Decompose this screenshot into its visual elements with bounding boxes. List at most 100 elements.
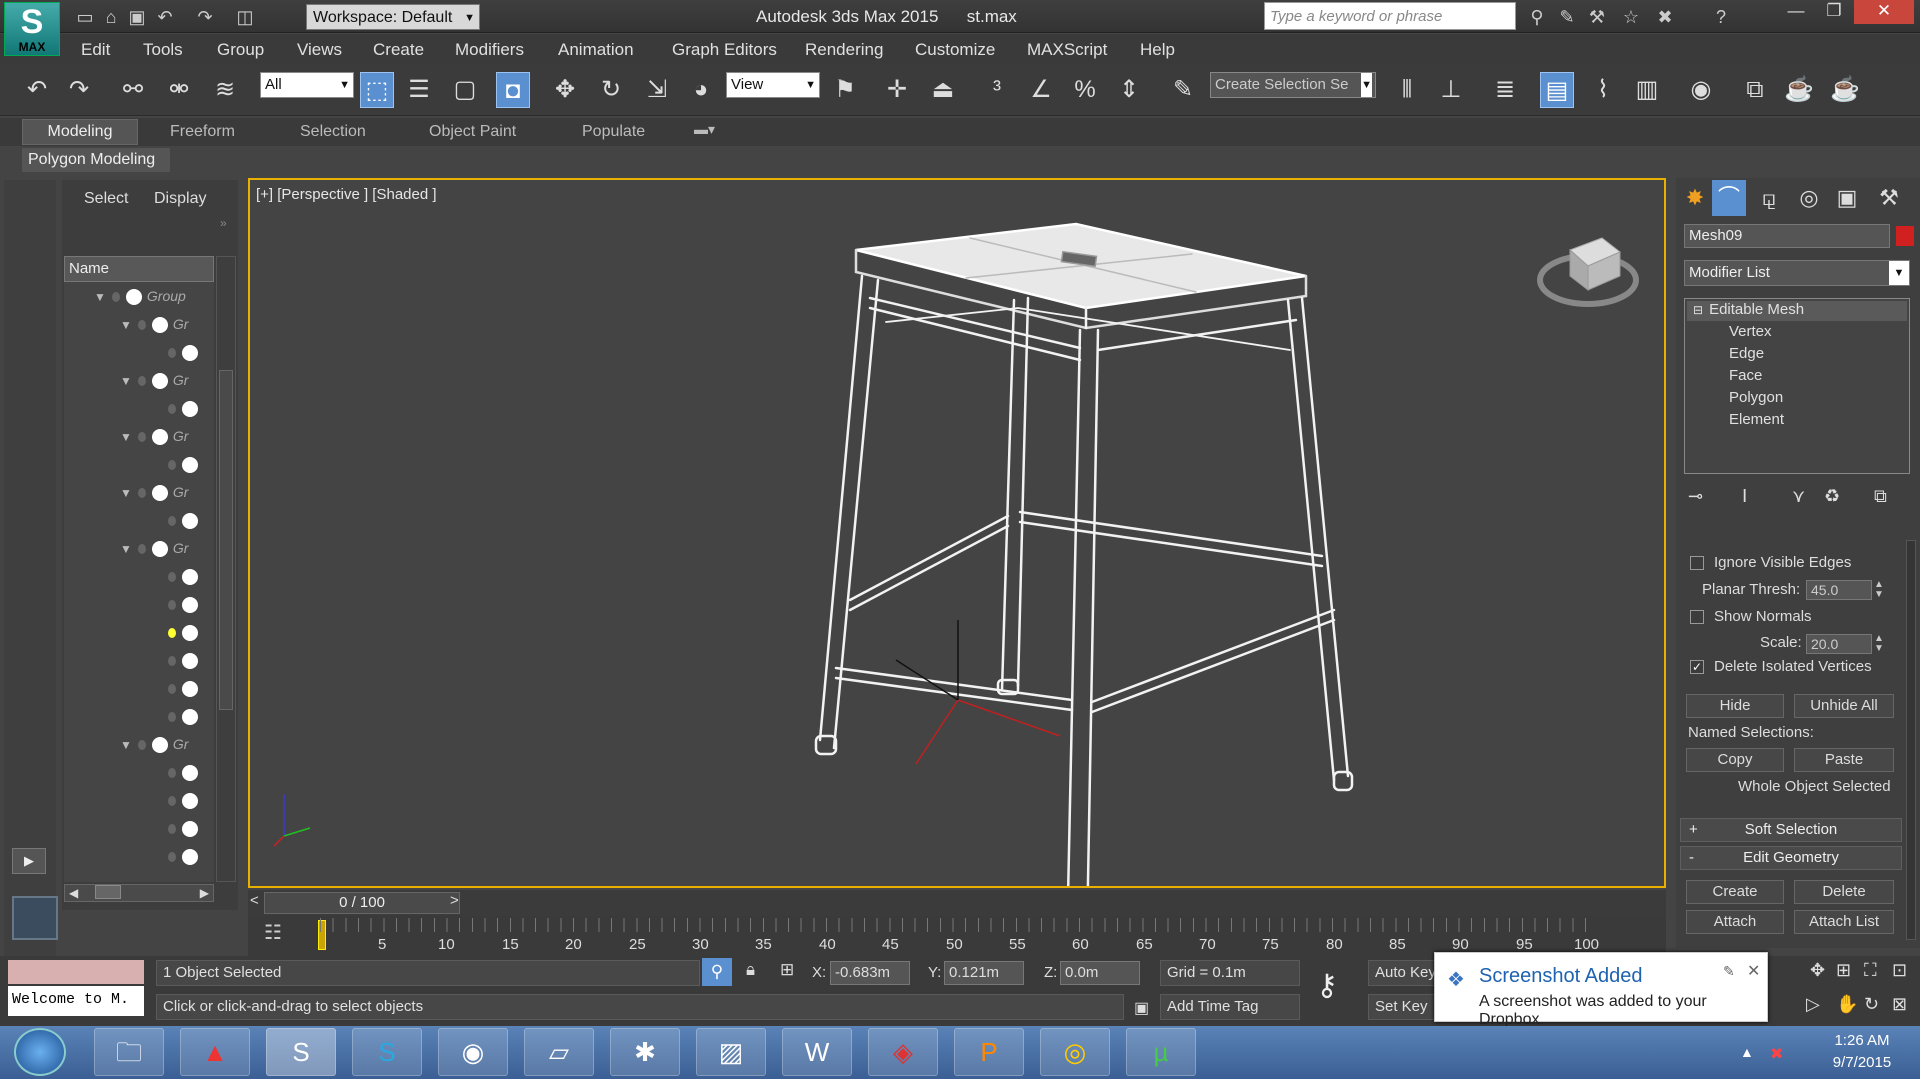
skype-icon[interactable]: S (352, 1028, 422, 1076)
motion-tab-icon[interactable]: ◎ (1792, 180, 1826, 216)
visibility-icon[interactable] (182, 625, 198, 642)
ribbon-options-icon[interactable]: ▬▾ (694, 121, 715, 138)
tree-row[interactable] (168, 652, 203, 672)
undo-icon[interactable]: ↶ (20, 72, 54, 108)
keyboard-shortcut-override-icon[interactable]: ⏏ (926, 72, 960, 108)
named-selection-set-dropdown[interactable]: Create Selection Se ▼ (1210, 72, 1376, 98)
lightbulb-icon[interactable] (168, 516, 176, 527)
new-file-icon[interactable]: ▭ (72, 4, 98, 30)
expand-triangle-icon[interactable]: ▼ (120, 430, 132, 444)
3dsmax-taskbar-icon[interactable]: S (266, 1028, 336, 1076)
mirror-icon[interactable]: ⫴ (1390, 72, 1424, 108)
viewport-layout-thumb[interactable] (12, 896, 58, 940)
unlink-icon[interactable]: ⚮ (162, 72, 196, 108)
chrome-icon[interactable]: ◎ (1040, 1028, 1110, 1076)
tree-row[interactable] (168, 708, 203, 728)
window-crossing-icon[interactable]: ◘ (496, 72, 530, 108)
menu-group[interactable]: Group (217, 40, 264, 60)
ignore-visible-edges-checkbox[interactable] (1690, 556, 1704, 570)
lightbulb-icon[interactable] (168, 684, 176, 695)
powerpoint-icon[interactable]: P (954, 1028, 1024, 1076)
tray-arrow-icon[interactable]: ▲ (1740, 1044, 1754, 1060)
menu-modifiers[interactable]: Modifiers (455, 40, 524, 60)
expand-triangle-icon[interactable]: ▼ (120, 374, 132, 388)
menu-rendering[interactable]: Rendering (805, 40, 883, 60)
cinema4d-icon[interactable]: ◉ (438, 1028, 508, 1076)
menu-create[interactable]: Create (373, 40, 424, 60)
tree-row[interactable] (168, 512, 203, 532)
viewcube-icon[interactable] (1537, 237, 1639, 307)
tree-row[interactable]: ▼ Gr (120, 372, 188, 392)
visibility-icon[interactable] (151, 737, 168, 754)
expand-triangle-icon[interactable]: ▼ (120, 542, 132, 556)
mini-curve-editor-icon[interactable]: ☷ (264, 920, 282, 945)
maximize-viewport-icon[interactable]: ⊡ (1892, 960, 1907, 981)
command-panel-scrollbar[interactable] (1906, 540, 1916, 940)
paste-button[interactable]: Paste (1794, 748, 1894, 772)
collapse-icon[interactable]: ⊟ (1693, 303, 1703, 317)
attach-button[interactable]: Attach (1686, 910, 1784, 934)
modifier-list-dropdown[interactable]: Modifier List ▼ (1684, 260, 1910, 286)
lightbulb-icon[interactable] (168, 404, 176, 415)
explorer-tab-select[interactable]: Select (84, 190, 128, 208)
lightbulb-icon[interactable] (137, 376, 146, 387)
y-coordinate-input[interactable]: 0.121m (944, 961, 1024, 985)
percent-snap-icon[interactable]: % (1068, 72, 1102, 108)
menu-edit[interactable]: Edit (81, 40, 110, 60)
delete-button[interactable]: Delete (1794, 880, 1894, 904)
lightbulb-on-icon[interactable] (168, 628, 176, 639)
tree-row[interactable] (168, 596, 203, 616)
copy-button[interactable]: Copy (1686, 748, 1784, 772)
help-icon[interactable]: ? (1708, 4, 1734, 30)
menu-views[interactable]: Views (297, 40, 342, 60)
edit-named-selection-icon[interactable]: ✎ (1166, 72, 1200, 108)
stack-item-vertex[interactable]: Vertex (1729, 323, 1772, 340)
maxscript-listener-pink[interactable] (8, 960, 144, 984)
tree-row[interactable] (168, 624, 203, 644)
hand-pan-icon[interactable]: ✋ (1836, 994, 1858, 1015)
visibility-icon[interactable] (182, 681, 198, 698)
select-by-name-icon[interactable]: ☰ (402, 72, 436, 108)
spinner-arrows-icon[interactable]: ▲ ▼ (1874, 580, 1884, 600)
visibility-icon[interactable] (182, 513, 198, 530)
word-icon[interactable]: W (782, 1028, 852, 1076)
utorrent-icon[interactable]: µ (1126, 1028, 1196, 1076)
make-unique-icon[interactable]: ⋎ (1792, 486, 1805, 507)
app-logo-button[interactable]: S MAX (4, 2, 60, 56)
planar-thresh-input[interactable]: 45.0 (1806, 580, 1872, 600)
lightbulb-icon[interactable] (168, 768, 176, 779)
absolute-mode-icon[interactable]: ⊞ (780, 960, 794, 980)
tree-row[interactable]: ▼ Group (94, 288, 186, 308)
visibility-icon[interactable] (151, 429, 168, 446)
scroll-left-icon[interactable]: ◀ (69, 886, 78, 900)
rectangular-selection-icon[interactable]: ▢ (448, 72, 482, 108)
lightbulb-icon[interactable] (168, 852, 176, 863)
render-production-icon[interactable]: ☕ (1828, 72, 1862, 108)
set-key-icon[interactable]: ⚷ (1316, 968, 1338, 1003)
unhide-all-button[interactable]: Unhide All (1794, 694, 1894, 718)
sketchup-icon[interactable]: ◈ (868, 1028, 938, 1076)
link-icon[interactable]: ⚯ (116, 72, 150, 108)
lightbulb-icon[interactable] (168, 824, 176, 835)
visibility-icon[interactable] (182, 821, 198, 838)
tree-row[interactable] (168, 820, 203, 840)
display-tab-icon[interactable]: ▣ (1830, 180, 1864, 216)
stack-item-face[interactable]: Face (1729, 367, 1762, 384)
orbit-icon[interactable]: ↻ (1864, 994, 1879, 1015)
lightbulb-icon[interactable] (168, 460, 176, 471)
expand-triangle-icon[interactable]: ▼ (120, 318, 132, 332)
lightbulb-icon[interactable] (168, 572, 176, 583)
lightbulb-icon[interactable] (111, 292, 120, 303)
object-color-swatch[interactable] (1896, 226, 1914, 246)
show-end-result-icon[interactable]: Ⅰ (1742, 486, 1747, 507)
tree-row[interactable] (168, 792, 203, 812)
visibility-icon[interactable] (182, 709, 198, 726)
expand-triangle-icon[interactable]: ▼ (120, 738, 132, 752)
redo-icon[interactable]: ↷ (192, 4, 218, 30)
expand-triangle-icon[interactable]: ▼ (94, 290, 106, 304)
maximize-button[interactable]: ❐ (1816, 0, 1852, 24)
close-icon[interactable]: ✕ (1747, 961, 1760, 981)
soft-selection-rollout[interactable]: + Soft Selection (1680, 818, 1902, 842)
object-name-field[interactable]: Mesh09 (1684, 224, 1890, 248)
lightbulb-icon[interactable] (137, 488, 146, 499)
